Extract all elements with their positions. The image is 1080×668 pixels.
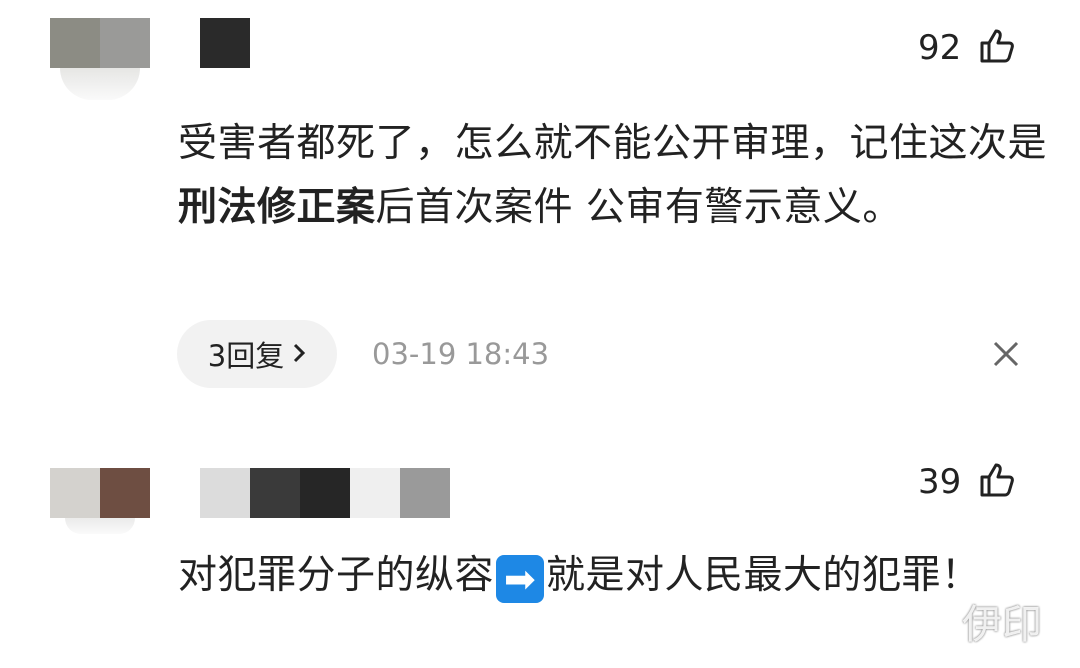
right-arrow-emoji-icon: ➡ (496, 555, 545, 603)
comment-text-part: 受害者都死了，怎么就不能公开审理，记住这次是 (178, 121, 1048, 166)
reply-label: 3回复 (207, 339, 285, 373)
avatar-edge (60, 68, 140, 100)
comment-text: 对犯罪分子的纵容 ➡ 就是对人民最大的犯罪！ (178, 544, 998, 608)
avatar-pixel (100, 468, 150, 518)
comment-text-part: 就是对人民最大的犯罪！ (546, 553, 981, 598)
timestamp: 03-19 18:43 (372, 337, 550, 371)
username-pixel (350, 468, 400, 518)
comment-text-bold: 刑法修正案 (178, 185, 376, 230)
watermark: 伊印 (962, 602, 1042, 648)
username-pixel (250, 468, 300, 518)
username-pixel (300, 468, 350, 518)
avatar-edge (65, 518, 135, 534)
username[interactable] (200, 18, 250, 68)
like-count: 92 (918, 28, 962, 68)
comment-text: 受害者都死了，怎么就不能公开审理，记住这次是刑法修正案后首次案件 公审有警示意义… (178, 112, 1048, 240)
close-icon[interactable] (992, 340, 1020, 372)
thumbs-up-icon[interactable] (978, 460, 1018, 504)
thumbs-up-icon[interactable] (978, 26, 1018, 70)
comment-text-part: 后首次案件 公审有警示意义。 (375, 185, 902, 230)
avatar[interactable] (50, 18, 150, 100)
avatar-pixel (50, 18, 100, 68)
username-pixel (400, 468, 450, 518)
avatar-pixel (100, 18, 150, 68)
reply-button[interactable]: 3回复 (177, 320, 337, 388)
avatar[interactable] (50, 468, 150, 534)
username-pixel (200, 468, 250, 518)
comment-text-part: 对犯罪分子的纵容 (178, 553, 495, 598)
like-count: 39 (918, 462, 962, 502)
avatar-pixel (50, 468, 100, 518)
chevron-right-icon (292, 338, 306, 371)
